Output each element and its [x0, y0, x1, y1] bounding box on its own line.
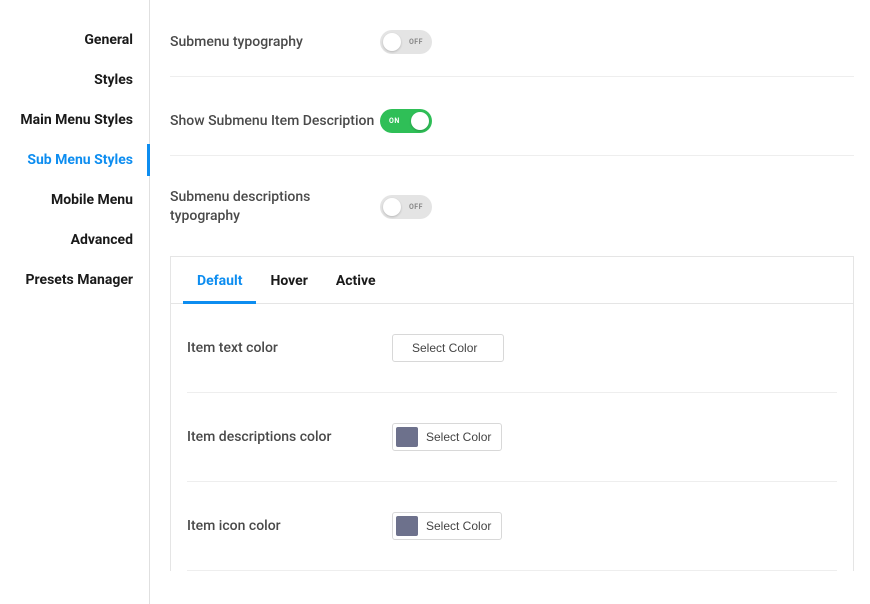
submenu-typography-label: Submenu typography: [170, 33, 380, 52]
sidebar-item-styles[interactable]: Styles: [0, 60, 149, 100]
tab-default[interactable]: Default: [183, 257, 256, 303]
select-color-text: Select Color: [426, 430, 491, 444]
submenu-descriptions-typography-label: Submenu descriptions typography: [170, 188, 380, 226]
item-icon-color-label: Item icon color: [187, 518, 392, 534]
sidebar-item-presets-manager[interactable]: Presets Manager: [0, 260, 149, 300]
sidebar-item-mobile-menu[interactable]: Mobile Menu: [0, 180, 149, 220]
toggle-knob-icon: [383, 33, 401, 51]
toggle-knob-icon: [411, 112, 429, 130]
show-submenu-item-description-toggle[interactable]: ON: [380, 109, 432, 133]
tabs-header: Default Hover Active: [171, 257, 853, 304]
item-text-color-button[interactable]: Select Color: [392, 334, 504, 362]
toggle-state-text: ON: [389, 117, 400, 125]
sidebar-item-sub-menu-styles[interactable]: Sub Menu Styles: [0, 140, 149, 180]
sidebar-item-main-menu-styles[interactable]: Main Menu Styles: [0, 100, 149, 140]
select-color-text: Select Color: [426, 519, 491, 533]
tab-hover[interactable]: Hover: [256, 257, 321, 303]
toggle-knob-icon: [383, 198, 401, 216]
color-swatch-icon: [396, 427, 418, 447]
item-descriptions-color-label: Item descriptions color: [187, 429, 392, 445]
settings-sidebar: General Styles Main Menu Styles Sub Menu…: [0, 0, 150, 604]
tab-body-default: Item text color Select Color Item descri…: [171, 304, 853, 571]
color-swatch-icon: [396, 516, 418, 536]
submenu-typography-toggle[interactable]: OFF: [380, 30, 432, 54]
tab-active[interactable]: Active: [322, 257, 390, 303]
show-submenu-item-description-label: Show Submenu Item Description: [170, 112, 380, 131]
item-text-color-label: Item text color: [187, 340, 392, 356]
sidebar-item-general[interactable]: General: [0, 20, 149, 60]
toggle-state-text: OFF: [409, 203, 423, 211]
settings-main: Submenu typography OFF Show Submenu Item…: [150, 0, 870, 604]
state-tabs-panel: Default Hover Active Item text color Sel…: [170, 256, 854, 571]
item-descriptions-color-button[interactable]: Select Color: [392, 423, 502, 451]
submenu-descriptions-typography-toggle[interactable]: OFF: [380, 195, 432, 219]
select-color-text: Select Color: [396, 341, 493, 355]
toggle-state-text: OFF: [409, 38, 423, 46]
item-icon-color-button[interactable]: Select Color: [392, 512, 502, 540]
sidebar-item-advanced[interactable]: Advanced: [0, 220, 149, 260]
